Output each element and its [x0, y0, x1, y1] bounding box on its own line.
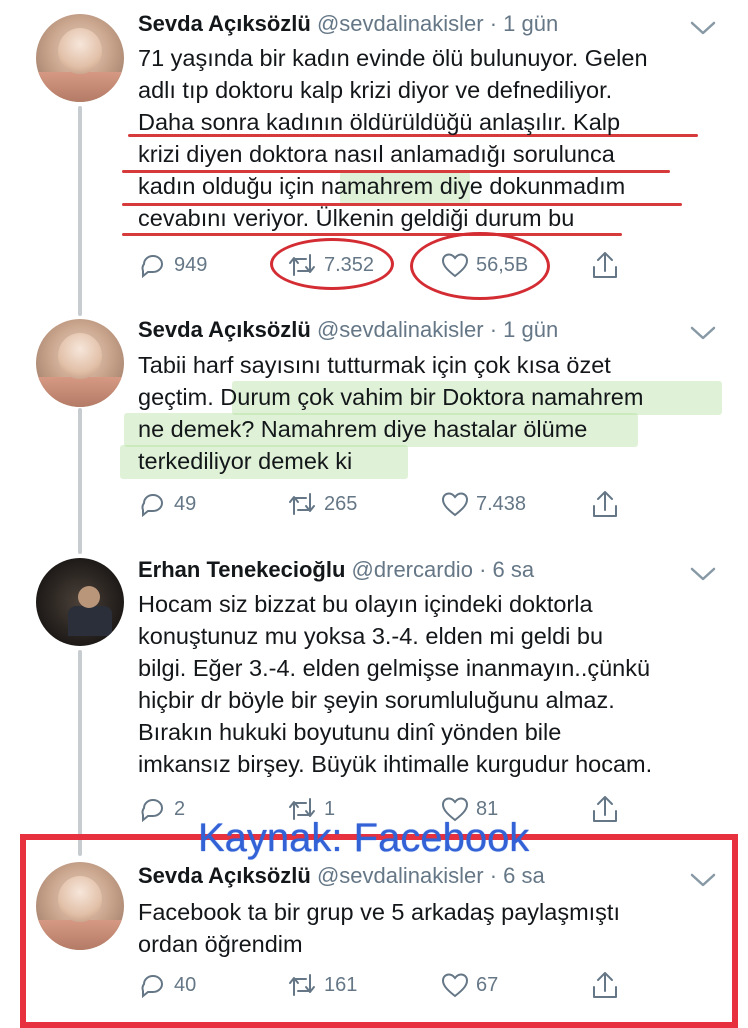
source-label: Kaynak: Facebook	[198, 816, 530, 860]
tweet-text: 71 yaşında bir kadın evinde ölü bulunuyo…	[138, 42, 718, 234]
share-button[interactable]	[590, 248, 620, 282]
avatar[interactable]	[36, 558, 124, 646]
reply-button[interactable]: 2	[138, 792, 185, 826]
tweet-text-line: hiçbir dr böyle bir şeyin sorumluluğunu …	[138, 687, 615, 713]
retweet-button[interactable]: 265	[286, 487, 357, 521]
tweet-text-line: adlı tıp doktoru kalp krizi diyor ve def…	[138, 77, 613, 103]
tweet-text-line: 71 yaşında bir kadın evinde ölü bulunuyo…	[138, 45, 648, 71]
reply-icon	[141, 494, 163, 518]
share-icon	[593, 252, 617, 278]
tweet-header: Erhan Tenekecioğlu @drercardio · 6 sa	[138, 556, 534, 584]
share-button[interactable]	[590, 792, 620, 826]
avatar[interactable]	[36, 319, 124, 407]
share-button[interactable]	[590, 487, 620, 521]
like-count: 7.438	[476, 492, 527, 515]
avatar[interactable]	[36, 14, 124, 102]
author-handle[interactable]: @sevdalinakisler	[317, 317, 484, 342]
reply-icon	[141, 799, 163, 823]
annotation-circle	[410, 232, 550, 300]
author-handle[interactable]: @sevdalinakisler	[317, 11, 484, 36]
tweet-text-line: Hocam siz bizzat bu olayın içindeki dokt…	[138, 591, 593, 617]
reply-count: 49	[174, 492, 197, 515]
share-icon	[593, 491, 617, 517]
heart-icon	[441, 492, 469, 517]
tweet: Sevda Açıksözlü @sevdalinakisler · 1 gün…	[0, 0, 748, 300]
tweet-text: Hocam siz bizzat bu olayın içindeki dokt…	[138, 588, 718, 780]
tweet-time: · 6 sa	[479, 557, 535, 582]
tweet: Erhan Tenekecioğlu @drercardio · 6 sa Ho…	[0, 546, 748, 836]
reply-count: 2	[174, 797, 186, 820]
tweet-text: Tabii harf sayısını tutturmak için çok k…	[138, 349, 718, 477]
author-name[interactable]: Erhan Tenekecioğlu	[138, 557, 345, 582]
tweet-text-line: Daha sonra kadının öldürüldüğü anlaşılır…	[138, 109, 621, 135]
reply-count: 949	[174, 253, 208, 276]
annotation-circle	[270, 238, 394, 290]
retweet-count: 265	[324, 492, 358, 515]
like-button[interactable]: 7.438	[440, 487, 526, 521]
reply-icon	[141, 255, 163, 279]
reply-button[interactable]: 949	[138, 248, 207, 282]
chevron-down-icon[interactable]	[688, 18, 718, 38]
tweet-header: Sevda Açıksözlü @sevdalinakisler · 1 gün	[138, 10, 558, 38]
author-handle[interactable]: @drercardio	[352, 557, 473, 582]
author-name[interactable]: Sevda Açıksözlü	[138, 11, 311, 36]
tweet-text-line: terkediliyor demek ki	[138, 448, 353, 474]
chevron-down-icon[interactable]	[688, 564, 718, 584]
reply-button[interactable]: 49	[138, 487, 196, 521]
tweet-time: · 1 gün	[489, 317, 559, 342]
tweet-header: Sevda Açıksözlü @sevdalinakisler · 1 gün	[138, 316, 558, 344]
tweet-text-line: geçtim. Durum çok vahim bir Doktora nama…	[138, 384, 644, 410]
tweet-text-line: ne demek? Namahrem diye hastalar ölüme	[138, 416, 588, 442]
retweet-icon	[289, 493, 315, 515]
tweet-text-line: cevabını veriyor. Ülkenin geldiği durum …	[138, 205, 575, 231]
tweet-time: · 1 gün	[489, 11, 559, 36]
tweet-text-line: Tabii harf sayısını tutturmak için çok k…	[138, 352, 611, 378]
share-icon	[593, 796, 617, 822]
tweet-text-line: bilgi. Eğer 3.-4. elden gelmişse inanmay…	[138, 655, 651, 681]
chevron-down-icon[interactable]	[688, 323, 718, 343]
tweet: Sevda Açıksözlü @sevdalinakisler · 1 gün…	[0, 305, 748, 545]
tweet-text-line: Bırakın hukuki boyutunu dinî yönden bile	[138, 719, 562, 745]
annotation-box	[20, 834, 738, 1028]
tweet-text-line: imkansız birşey. Büyük ihtimalle kurgudu…	[138, 751, 653, 777]
tweet-text-line: krizi diyen doktora nasıl anlamadığı sor…	[138, 141, 615, 167]
tweet-actions: 49 265 7.438	[0, 487, 748, 521]
author-name[interactable]: Sevda Açıksözlü	[138, 317, 311, 342]
tweet-text-line: kadın olduğu için namahrem diye dokunmad…	[138, 173, 626, 199]
tweet-text-line: konuştunuz mu yoksa 3.-4. elden mi geldi…	[138, 623, 604, 649]
